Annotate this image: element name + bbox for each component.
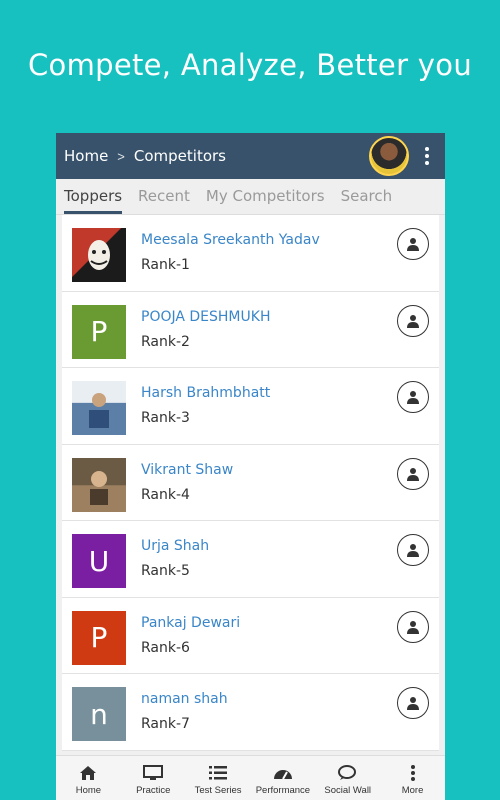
home-icon [80, 766, 97, 780]
user-avatar[interactable] [369, 136, 409, 176]
avatar [72, 228, 126, 282]
avatar [72, 457, 126, 512]
competitor-name[interactable]: Harsh Brahmbhatt [141, 385, 270, 401]
competitor-rank: Rank-4 [141, 486, 190, 503]
nav-test-series[interactable]: Test Series [186, 756, 251, 800]
nav-label: Test Series [194, 785, 242, 796]
chevron-right-icon: > [117, 148, 125, 164]
tab-recent[interactable]: Recent [138, 187, 190, 214]
competitor-rank: Rank-6 [141, 639, 190, 656]
avatar: n [72, 687, 126, 741]
nav-label: Home [75, 785, 102, 796]
competitor-name[interactable]: Vikrant Shaw [141, 462, 233, 478]
avatar: U [72, 534, 126, 588]
avatar: P [72, 304, 126, 359]
competitor-name[interactable]: POOJA DESHMUKH [141, 309, 270, 325]
competitor-rank: Rank-3 [141, 410, 190, 426]
competitor-name[interactable]: Urja Shah [141, 538, 209, 554]
nav-label: More [401, 785, 424, 796]
profile-icon[interactable] [397, 381, 429, 413]
breadcrumb-home[interactable]: Home [64, 147, 108, 165]
tab-bar: Toppers Recent My Competitors Search [56, 179, 445, 215]
list-item[interactable]: U Urja Shah Rank-5 [62, 521, 439, 598]
nav-label: Performance [255, 785, 311, 796]
list-item[interactable]: n naman shah Rank-7 [62, 674, 439, 751]
list-item[interactable]: P Pankaj Dewari Rank-6 [62, 597, 439, 674]
chat-icon [337, 765, 356, 780]
competitor-rank: Rank-7 [141, 716, 190, 732]
nav-more[interactable]: More [380, 756, 445, 800]
competitor-list: Meesala Sreekanth Yadav Rank-1 P POOJA D… [56, 215, 445, 755]
competitor-rank: Rank-2 [141, 333, 190, 350]
nav-label: Practice [136, 785, 171, 796]
tab-toppers[interactable]: Toppers [64, 187, 123, 214]
list-item[interactable]: Meesala Sreekanth Yadav Rank-1 [62, 215, 439, 292]
page-title: Competitors [133, 147, 226, 165]
profile-icon[interactable] [397, 228, 429, 260]
app-screen: Home > Competitors Toppers Recent My Com… [56, 133, 445, 800]
bottom-navigation: Home Practice Test Series Performance So… [56, 755, 445, 800]
profile-icon[interactable] [397, 610, 429, 643]
competitor-name[interactable]: naman shah [141, 691, 228, 707]
profile-icon[interactable] [397, 687, 429, 719]
gauge-icon [273, 770, 292, 780]
app-bar: Home > Competitors [56, 133, 445, 179]
more-vertical-icon [410, 765, 415, 781]
avatar [72, 381, 126, 435]
competitor-name[interactable]: Meesala Sreekanth Yadav [141, 232, 320, 248]
monitor-icon [143, 765, 164, 780]
profile-icon[interactable] [397, 304, 429, 337]
profile-icon[interactable] [397, 457, 429, 490]
list-item[interactable]: P POOJA DESHMUKH Rank-2 [62, 291, 439, 368]
nav-home[interactable]: Home [56, 756, 121, 800]
competitor-rank: Rank-5 [141, 563, 190, 579]
headline: Compete, Analyze, Better you [28, 48, 472, 82]
profile-icon[interactable] [397, 534, 429, 566]
nav-practice[interactable]: Practice [121, 756, 186, 800]
list-item[interactable]: Vikrant Shaw Rank-4 [62, 444, 439, 521]
list-icon [209, 766, 228, 780]
tab-search[interactable]: Search [341, 187, 393, 214]
overflow-menu-icon[interactable] [417, 147, 437, 165]
competitor-name[interactable]: Pankaj Dewari [141, 615, 240, 631]
nav-performance[interactable]: Performance [250, 756, 315, 800]
competitor-rank: Rank-1 [141, 257, 190, 273]
avatar: P [72, 610, 126, 665]
list-item[interactable]: Harsh Brahmbhatt Rank-3 [62, 368, 439, 445]
nav-label: Social Wall [324, 785, 372, 796]
nav-social-wall[interactable]: Social Wall [315, 756, 380, 800]
tab-my-competitors[interactable]: My Competitors [206, 187, 325, 214]
